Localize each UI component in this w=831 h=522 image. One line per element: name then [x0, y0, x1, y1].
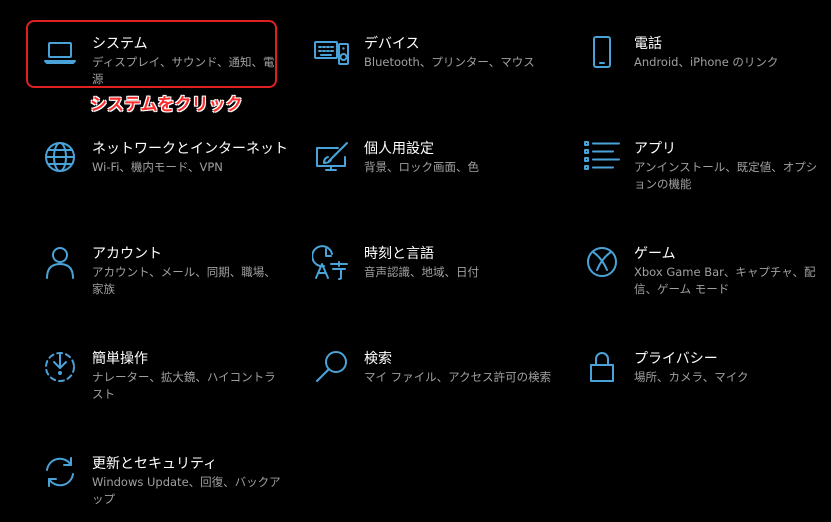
tile-devices[interactable]: デバイス Bluetooth、プリンター、マウス [302, 20, 552, 100]
globe-icon [40, 137, 80, 177]
tile-network-desc: Wi-Fi、機内モード、VPN [92, 160, 223, 174]
tile-search-desc: マイ ファイル、アクセス許可の検索 [364, 370, 552, 384]
phone-icon [582, 32, 622, 72]
tile-apps[interactable]: アプリ アンインストール、既定値、オプションの機能 [572, 125, 822, 205]
tile-accounts[interactable]: アカウント アカウント、メール、同期、職場、家族 [30, 230, 280, 310]
xbox-icon [582, 242, 622, 282]
tile-devices-desc: Bluetooth、プリンター、マウス [364, 55, 535, 69]
tile-phone[interactable]: 電話 Android、iPhone のリンク [572, 20, 822, 100]
tile-time-language-desc: 音声認識、地域、日付 [364, 265, 479, 279]
tile-devices-title: デバイス [364, 36, 420, 52]
tile-update-security[interactable]: 更新とセキュリティ Windows Update、回復、バックアップ [30, 440, 281, 520]
tile-search-title: 検索 [364, 351, 392, 367]
keyboard-speaker-icon [312, 32, 352, 72]
tile-accounts-desc: アカウント、メール、同期、職場、家族 [92, 265, 276, 296]
tile-update-security-desc: Windows Update、回復、バックアップ [92, 475, 281, 506]
person-icon [40, 242, 80, 282]
tile-phone-title: 電話 [634, 36, 662, 52]
tile-update-security-title: 更新とセキュリティ [92, 456, 218, 472]
tile-privacy[interactable]: プライバシー 場所、カメラ、マイク [572, 335, 822, 415]
tile-time-language[interactable]: 時刻と言語 音声認識、地域、日付 [302, 230, 552, 310]
tile-gaming[interactable]: ゲーム Xbox Game Bar、キャプチャ、配信、ゲーム モード [572, 230, 822, 310]
lock-icon [582, 347, 622, 387]
tile-ease-of-access-title: 簡単操作 [92, 351, 148, 367]
tile-personalization-desc: 背景、ロック画面、色 [364, 160, 479, 174]
tile-phone-desc: Android、iPhone のリンク [634, 55, 779, 69]
tile-privacy-title: プライバシー [634, 351, 718, 367]
search-icon [312, 347, 352, 387]
tile-accounts-title: アカウント [92, 246, 162, 262]
tile-apps-title: アプリ [634, 141, 676, 157]
tile-personalization-title: 個人用設定 [364, 141, 434, 157]
tile-privacy-desc: 場所、カメラ、マイク [634, 370, 749, 384]
click-system-callout: システムをクリック [90, 95, 243, 115]
tile-ease-of-access[interactable]: 簡単操作 ナレーター、拡大鏡、ハイコントラスト [30, 335, 280, 415]
tile-search[interactable]: 検索 マイ ファイル、アクセス許可の検索 [302, 335, 552, 415]
tile-personalization[interactable]: 個人用設定 背景、ロック画面、色 [302, 125, 552, 205]
tile-apps-desc: アンインストール、既定値、オプションの機能 [634, 160, 818, 191]
update-icon [40, 452, 80, 492]
tile-network[interactable]: ネットワークとインターネット Wi-Fi、機内モード、VPN [30, 125, 288, 205]
tile-ease-of-access-desc: ナレーター、拡大鏡、ハイコントラスト [92, 370, 276, 401]
time-language-icon [312, 242, 352, 282]
tile-gaming-title: ゲーム [634, 246, 676, 262]
system-highlight-box [26, 20, 277, 88]
paint-brush-icon [312, 137, 352, 177]
apps-list-icon [582, 137, 622, 177]
ease-of-access-icon [40, 347, 80, 387]
tile-network-title: ネットワークとインターネット [92, 141, 288, 157]
tile-time-language-title: 時刻と言語 [364, 246, 434, 262]
tile-gaming-desc: Xbox Game Bar、キャプチャ、配信、ゲーム モード [634, 265, 816, 296]
